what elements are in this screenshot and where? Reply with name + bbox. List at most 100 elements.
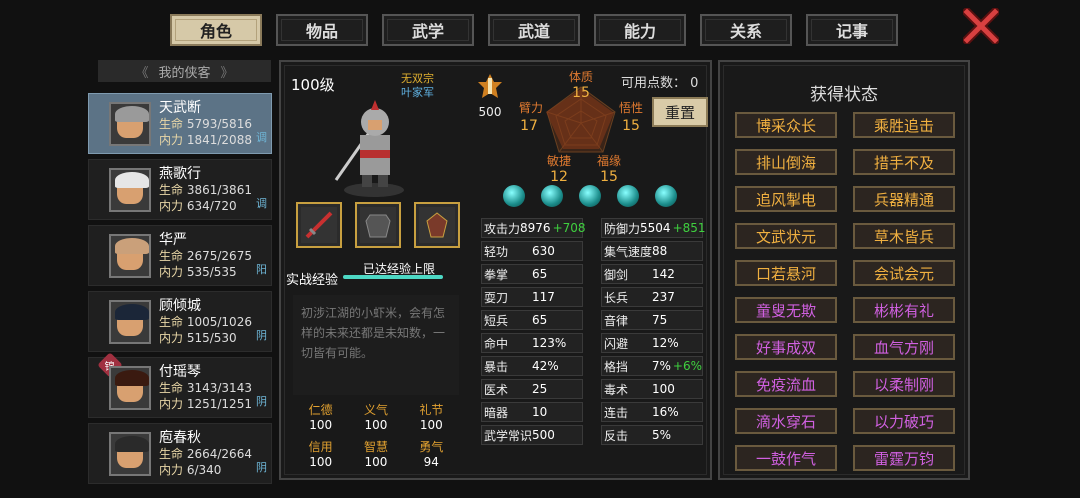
- character-list-header: 《 我的侠客 》: [98, 60, 271, 82]
- hp-value: 2675/2675: [186, 248, 252, 263]
- stat-item: 连击 16%: [601, 402, 703, 422]
- mp-value: 1841/2088: [186, 132, 252, 147]
- points-value: 0: [690, 76, 699, 91]
- hp-value: 5793/5816: [186, 116, 252, 131]
- mp-label: 内力: [159, 462, 184, 477]
- buff-item[interactable]: 血气方刚: [853, 334, 955, 360]
- close-icon[interactable]: [963, 8, 999, 44]
- buff-item[interactable]: 博采众长: [735, 112, 837, 138]
- stat-label: 攻击力: [484, 221, 521, 236]
- equip-slot-weapon[interactable]: [296, 202, 342, 248]
- stat-bonus: +708: [552, 221, 586, 235]
- buff-item[interactable]: 雷霆万钧: [853, 445, 955, 471]
- buff-item[interactable]: 彬彬有礼: [853, 297, 955, 323]
- buff-item[interactable]: 乘胜追击: [853, 112, 955, 138]
- character-list-item[interactable]: 天武断 生命 5793/5816 内力 1841/2088 调: [88, 93, 272, 154]
- stat-item: 医术 25: [481, 379, 583, 399]
- tab-journal[interactable]: 记事: [806, 14, 898, 46]
- stat-item: 防御力 5504 +851: [601, 218, 706, 238]
- stat-value: 8976: [520, 221, 551, 235]
- virtue-label: 勇气: [419, 440, 444, 454]
- tab-martial-arts[interactable]: 武学: [382, 14, 474, 46]
- stat-value: 630: [532, 244, 555, 258]
- buff-item[interactable]: 文武状元: [735, 223, 837, 249]
- tab-items[interactable]: 物品: [276, 14, 368, 46]
- buff-item[interactable]: 措手不及: [853, 149, 955, 175]
- virtue-item: 信用 100: [293, 438, 348, 469]
- buff-item[interactable]: 兵器精通: [853, 186, 955, 212]
- available-points: 可用点数： 0: [621, 72, 698, 91]
- stat-item: 拳掌 65: [481, 264, 583, 284]
- stat-value: 42%: [532, 359, 559, 373]
- virtue-label: 义气: [363, 403, 388, 417]
- buff-item[interactable]: 一鼓作气: [735, 445, 837, 471]
- orb-slot[interactable]: [655, 185, 677, 207]
- orb-slot[interactable]: [579, 185, 601, 207]
- character-list-item[interactable]: 顾倾城 生命 1005/1026 内力 515/530 阴: [88, 291, 272, 352]
- virtue-value: 94: [423, 455, 439, 469]
- hp-label: 生命: [159, 116, 184, 131]
- stats-grid: 攻击力 8976 +708 防御力 5504 +851 轻功 630 集气速度 88 拳掌 65 御剑 1…: [481, 218, 706, 445]
- virtue-item: 仁德 100: [293, 401, 348, 432]
- attr-fuyuan-value: 15: [600, 169, 618, 185]
- tab-character[interactable]: 角色: [170, 14, 262, 46]
- orb-slot[interactable]: [541, 185, 563, 207]
- stat-item: 耍刀 117: [481, 287, 583, 307]
- buff-item[interactable]: 以力破巧: [853, 408, 955, 434]
- armor-icon: [360, 207, 396, 243]
- tab-relations[interactable]: 关系: [700, 14, 792, 46]
- character-list-item[interactable]: 燕歌行 生命 3861/3861 内力 634/720 调: [88, 159, 272, 220]
- stat-label: 御剑: [604, 267, 629, 282]
- sect-title: 叶家军: [401, 86, 434, 99]
- reset-button[interactable]: 重置: [652, 97, 708, 127]
- stat-item: 短兵 65: [481, 310, 583, 330]
- status-panel: 获得状态 博采众长 乘胜追击 排山倒海 措手不及 追风掣电 兵器精通 文武状元 草木皆兵 口若悬…: [718, 60, 970, 480]
- stat-value: 100: [652, 382, 675, 396]
- stat-label: 暗器: [484, 405, 509, 420]
- orb-slot[interactable]: [503, 185, 525, 207]
- virtue-item: 智慧 100: [348, 438, 403, 469]
- character-portrait: [109, 233, 151, 278]
- stat-value: 10: [532, 405, 548, 419]
- buff-item[interactable]: 会试会元: [853, 260, 955, 286]
- character-tag: 阴: [256, 461, 267, 474]
- stat-label: 集气速度: [604, 244, 653, 259]
- medal: 500: [473, 72, 507, 119]
- tab-martial-way[interactable]: 武道: [488, 14, 580, 46]
- character-list-item[interactable]: 庖春秋 生命 2664/2664 内力 6/340 阴: [88, 423, 272, 484]
- hp-value: 2664/2664: [186, 446, 252, 461]
- hp-label: 生命: [159, 446, 184, 461]
- stat-label: 医术: [484, 382, 509, 397]
- equip-slot-armor[interactable]: [355, 202, 401, 248]
- orb-slot[interactable]: [617, 185, 639, 207]
- stat-value: 123%: [532, 336, 567, 350]
- stat-label: 闪避: [604, 336, 629, 351]
- buff-item[interactable]: 排山倒海: [735, 149, 837, 175]
- buff-item[interactable]: 滴水穿石: [735, 408, 837, 434]
- virtue-value: 100: [364, 418, 388, 432]
- buff-list: 博采众长 乘胜追击 排山倒海 措手不及 追风掣电 兵器精通 文武状元 草木皆兵 口若悬河 会试会元…: [735, 112, 955, 471]
- virtue-item: 礼节 100: [404, 401, 459, 432]
- sect-info: 无双宗 叶家军: [401, 72, 434, 100]
- buff-item[interactable]: 追风掣电: [735, 186, 837, 212]
- character-name: 顾倾城: [159, 297, 201, 314]
- tab-abilities[interactable]: 能力: [594, 14, 686, 46]
- experience-bar: [343, 275, 443, 279]
- attr-wuxing-value: 15: [622, 118, 640, 134]
- character-list-item[interactable]: 锦付瑶琴生命 3143/3143内力 1251/1251阴: [88, 352, 272, 418]
- character-mp: 内力 1841/2088: [159, 132, 252, 148]
- stat-item: 御剑 142: [601, 264, 703, 284]
- buff-item[interactable]: 草木皆兵: [853, 223, 955, 249]
- buff-item[interactable]: 好事成双: [735, 334, 837, 360]
- buff-item[interactable]: 以柔制刚: [853, 371, 955, 397]
- character-mp: 内力 6/340: [159, 462, 252, 478]
- equip-slot-accessory[interactable]: [414, 202, 460, 248]
- buff-item[interactable]: 免疫流血: [735, 371, 837, 397]
- stat-value: 5%: [652, 428, 672, 442]
- stat-label: 格挡: [604, 359, 629, 374]
- buff-item[interactable]: 童叟无欺: [735, 297, 837, 323]
- experience-label: 实战经验: [286, 273, 339, 288]
- buff-item[interactable]: 口若悬河: [735, 260, 837, 286]
- character-list-item[interactable]: 华严 生命 2675/2675 内力 535/535 阳: [88, 225, 272, 286]
- character-tag: 阴: [256, 329, 267, 342]
